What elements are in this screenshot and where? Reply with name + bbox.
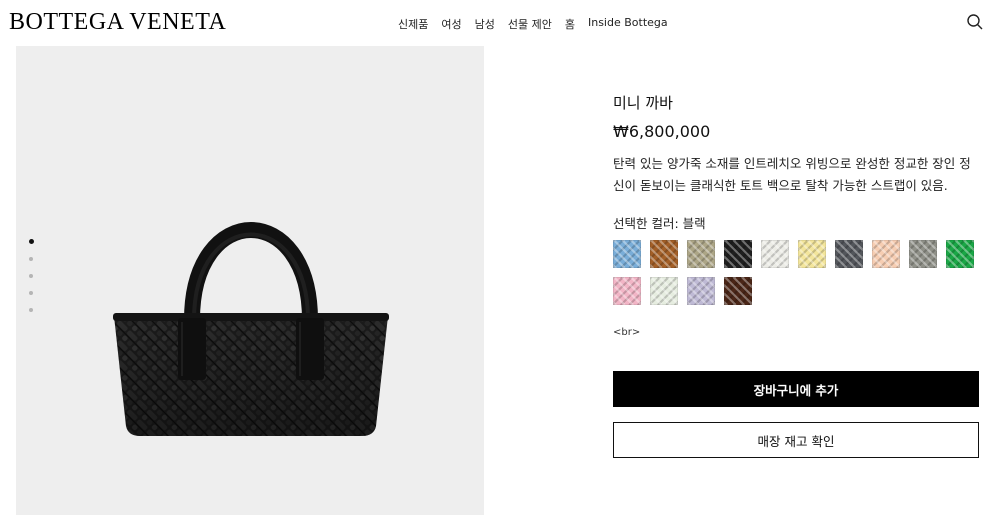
color-swatch[interactable] <box>687 240 715 268</box>
product-description: 탄력 있는 양가죽 소재를 인트레치오 위빙으로 완성한 정교한 장인 정신이 … <box>613 156 971 193</box>
product-image <box>113 222 389 436</box>
nav-item-men[interactable]: 남성 <box>475 16 495 32</box>
color-swatch[interactable] <box>613 240 641 268</box>
selected-color-label: 선택한 컬러: 블랙 <box>613 216 706 231</box>
color-swatch[interactable] <box>909 240 937 268</box>
color-swatch[interactable] <box>946 240 974 268</box>
color-swatch[interactable] <box>724 277 752 305</box>
nav-item-gifts[interactable]: 선물 제안 <box>508 16 552 32</box>
add-to-cart-button[interactable]: 장바구니에 추가 <box>613 371 979 407</box>
color-swatch[interactable] <box>650 277 678 305</box>
color-swatch[interactable] <box>872 240 900 268</box>
nav-item-inside-bottega[interactable]: Inside Bottega <box>588 16 668 32</box>
nav-item-new[interactable]: 신제품 <box>398 16 428 32</box>
color-swatches <box>613 240 983 305</box>
gallery-dot[interactable] <box>29 274 33 278</box>
color-swatch[interactable] <box>650 240 678 268</box>
product-info: 미니 까바 ₩6,800,000 탄력 있는 양가죽 소재를 인트레치오 위빙으… <box>613 92 979 458</box>
color-swatch[interactable] <box>724 240 752 268</box>
gallery-dot[interactable] <box>29 257 33 261</box>
product-title: 미니 까바 <box>613 94 673 112</box>
gallery-pagination <box>28 239 34 312</box>
nav-item-women[interactable]: 여성 <box>441 16 461 32</box>
nav-item-home[interactable]: 홈 <box>565 16 575 32</box>
gallery-dot[interactable] <box>29 291 33 295</box>
product-price: ₩6,800,000 <box>613 122 711 141</box>
gallery-dot[interactable] <box>28 239 34 244</box>
color-swatch[interactable] <box>687 277 715 305</box>
check-store-stock-button[interactable]: 매장 재고 확인 <box>613 422 979 458</box>
brand-logo[interactable]: BOTTEGA VENETA <box>9 9 226 36</box>
raw-markup-text: <br> <box>613 327 641 338</box>
product-image-gallery[interactable] <box>16 46 484 515</box>
gallery-dot[interactable] <box>29 308 33 312</box>
color-swatch[interactable] <box>798 240 826 268</box>
search-icon[interactable] <box>966 13 984 31</box>
color-swatch[interactable] <box>613 277 641 305</box>
color-swatch[interactable] <box>761 240 789 268</box>
main-nav: 신제품 여성 남성 선물 제안 홈 Inside Bottega <box>398 16 668 32</box>
color-swatch[interactable] <box>835 240 863 268</box>
